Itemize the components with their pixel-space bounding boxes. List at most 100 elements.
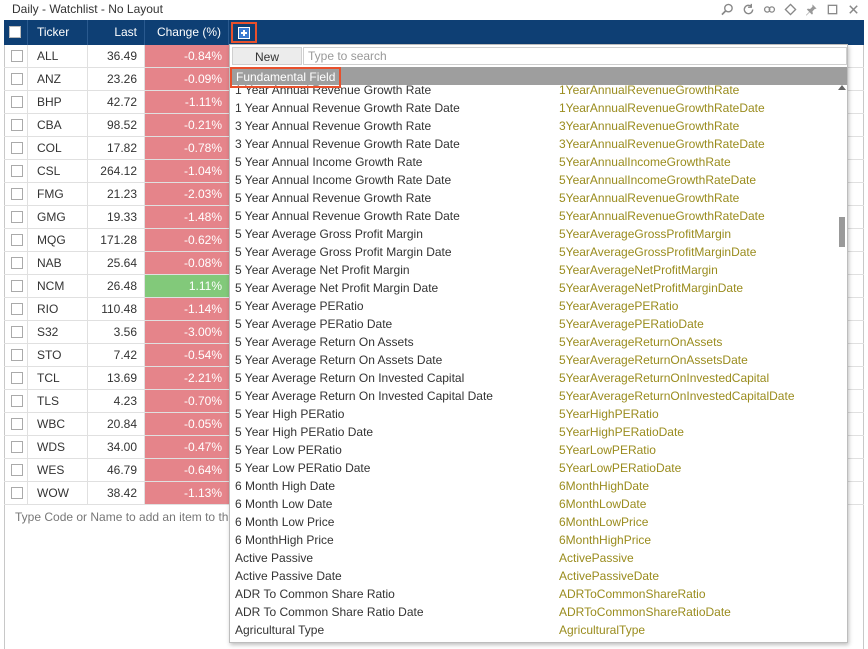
row-checkbox[interactable]	[11, 280, 23, 292]
row-checkbox-cell	[4, 298, 28, 320]
field-display-name: 6 Month Low Date	[235, 497, 333, 511]
field-list-scrollbar[interactable]	[837, 85, 847, 642]
row-checkbox[interactable]	[11, 441, 23, 453]
field-code: ActivePassiveDate	[559, 569, 660, 583]
field-list-item[interactable]: 5 Year Low PERatio 5YearLowPERatio	[230, 441, 835, 459]
change-cell: -3.00%	[145, 321, 229, 343]
field-list-item[interactable]: Agricultural Type AgriculturalType	[230, 621, 835, 639]
select-all-checkbox[interactable]	[9, 26, 21, 38]
row-checkbox[interactable]	[11, 464, 23, 476]
change-cell: -1.11%	[145, 91, 229, 113]
ticker-cell: TLS	[28, 390, 88, 412]
new-button[interactable]: New	[232, 47, 302, 65]
field-code: AgriculturalType	[559, 623, 646, 637]
last-price-cell: 42.72	[88, 91, 145, 113]
field-list-item[interactable]: 5 Year Annual Revenue Growth Rate Date 5Y…	[230, 207, 835, 225]
close-icon[interactable]	[845, 1, 862, 17]
field-list-item[interactable]: 5 Year Average Net Profit Margin Date 5Ye…	[230, 279, 835, 297]
last-price-cell: 38.42	[88, 482, 145, 504]
row-checkbox[interactable]	[11, 142, 23, 154]
field-list-item[interactable]: ADR To Common Share Ratio ADRToCommonShar…	[230, 585, 835, 603]
field-code: 5YearAverageReturnOnAssetsDate	[559, 353, 748, 367]
column-header-ticker[interactable]: Ticker	[28, 20, 88, 45]
row-checkbox[interactable]	[11, 326, 23, 338]
field-list-item[interactable]: 5 Year Average Return On Assets Date 5Yea…	[230, 351, 835, 369]
plus-icon	[238, 26, 250, 39]
link-icon[interactable]	[761, 1, 778, 17]
row-checkbox-cell	[4, 275, 28, 297]
row-checkbox[interactable]	[11, 303, 23, 315]
pin-icon[interactable]	[803, 1, 820, 17]
scrollbar-thumb[interactable]	[839, 217, 845, 247]
field-code: 5YearAveragePERatioDate	[559, 317, 704, 331]
refresh-icon[interactable]	[740, 1, 757, 17]
row-checkbox[interactable]	[11, 257, 23, 269]
field-list-item[interactable]: 6 Month Low Price 6MonthLowPrice	[230, 513, 835, 531]
field-list-item[interactable]: Active Passive ActivePassive	[230, 549, 835, 567]
field-list-item[interactable]: 3 Year Annual Revenue Growth Rate Date 3Y…	[230, 135, 835, 153]
field-code: 6MonthLowDate	[559, 497, 647, 511]
row-checkbox[interactable]	[11, 165, 23, 177]
field-list-item[interactable]: 6 MonthHigh Price 6MonthHighPrice	[230, 531, 835, 549]
field-list-item[interactable]: 5 Year Annual Income Growth Rate Date 5Ye…	[230, 171, 835, 189]
diamond-icon[interactable]	[782, 1, 799, 17]
add-item-hint[interactable]: Type Code or Name to add an item to the …	[15, 510, 231, 524]
row-checkbox[interactable]	[11, 418, 23, 430]
field-list-item[interactable]: 5 Year Average PERatio 5YearAveragePERati…	[230, 297, 835, 315]
field-display-name: 3 Year Annual Revenue Growth Rate	[235, 119, 432, 133]
field-list-item[interactable]: 5 Year Average Gross Profit Margin Date 5…	[230, 243, 835, 261]
field-list-item[interactable]: 5 Year Average PERatio Date 5YearAverageP…	[230, 315, 835, 333]
change-cell: -1.14%	[145, 298, 229, 320]
field-search-input[interactable]	[303, 47, 847, 65]
row-checkbox[interactable]	[11, 73, 23, 85]
field-list-item[interactable]: 5 Year Average Return On Invested Capita…	[230, 387, 835, 405]
field-list-item[interactable]: 5 Year High PERatio Date 5YearHighPERatio…	[230, 423, 835, 441]
field-list-item[interactable]: 5 Year Average Return On Invested Capita…	[230, 369, 835, 387]
field-display-name: 5 Year Average PERatio Date	[235, 317, 393, 331]
field-list-item[interactable]: 5 Year Low PERatio Date 5YearLowPERatioDa…	[230, 459, 835, 477]
field-list-item[interactable]: 6 Month Low Date 6MonthLowDate	[230, 495, 835, 513]
change-cell: -1.04%	[145, 160, 229, 182]
scroll-up-icon[interactable]	[838, 85, 846, 90]
field-code: 1YearAnnualRevenueGrowthRateDate	[559, 101, 765, 115]
field-list-item[interactable]: 5 Year Average Return On Assets 5YearAver…	[230, 333, 835, 351]
field-list-item[interactable]: ADR To Common Share Ratio Date ADRToCommo…	[230, 603, 835, 621]
row-checkbox[interactable]	[11, 234, 23, 246]
add-column-button[interactable]	[231, 22, 257, 43]
field-list-item[interactable]: 6 Month High Date 6MonthHighDate	[230, 477, 835, 495]
ticker-cell: S32	[28, 321, 88, 343]
maximize-icon[interactable]	[824, 1, 841, 17]
row-checkbox-cell	[4, 367, 28, 389]
field-list-item[interactable]: 1 Year Annual Revenue Growth Rate Date 1Y…	[230, 99, 835, 117]
ticker-cell: ALL	[28, 45, 88, 67]
field-list-item[interactable]: Active Passive Date ActivePassiveDate	[230, 567, 835, 585]
row-checkbox[interactable]	[11, 395, 23, 407]
column-header-last[interactable]: Last	[88, 20, 145, 45]
ticker-cell: CSL	[28, 160, 88, 182]
field-list-item[interactable]: 5 Year Annual Revenue Growth Rate 5YearAn…	[230, 189, 835, 207]
row-checkbox[interactable]	[11, 349, 23, 361]
row-checkbox[interactable]	[11, 119, 23, 131]
row-checkbox-cell	[4, 436, 28, 458]
field-display-name: 5 Year Annual Revenue Growth Rate	[235, 191, 432, 205]
column-header-change[interactable]: Change (%)	[145, 20, 229, 45]
row-checkbox[interactable]	[11, 188, 23, 200]
field-list-item[interactable]: 3 Year Annual Revenue Growth Rate 3YearAn…	[230, 117, 835, 135]
ticker-cell: BHP	[28, 91, 88, 113]
last-price-cell: 20.84	[88, 413, 145, 435]
last-price-cell: 171.28	[88, 229, 145, 251]
row-checkbox[interactable]	[11, 487, 23, 499]
row-checkbox[interactable]	[11, 96, 23, 108]
field-display-name: 5 Year Average Return On Invested Capita…	[235, 371, 465, 385]
search-icon[interactable]	[719, 1, 736, 17]
field-list-item[interactable]: 5 Year Annual Income Growth Rate 5YearAnn…	[230, 153, 835, 171]
field-list-item[interactable]: 5 Year Average Net Profit Margin 5YearAve…	[230, 261, 835, 279]
field-list-item[interactable]: 5 Year Average Gross Profit Margin 5YearA…	[230, 225, 835, 243]
field-group-label[interactable]: Fundamental Field	[230, 67, 341, 88]
ticker-cell: STO	[28, 344, 88, 366]
last-price-cell: 21.23	[88, 183, 145, 205]
row-checkbox[interactable]	[11, 211, 23, 223]
field-list-item[interactable]: 5 Year High PERatio 5YearHighPERatio	[230, 405, 835, 423]
row-checkbox[interactable]	[11, 372, 23, 384]
row-checkbox[interactable]	[11, 50, 23, 62]
